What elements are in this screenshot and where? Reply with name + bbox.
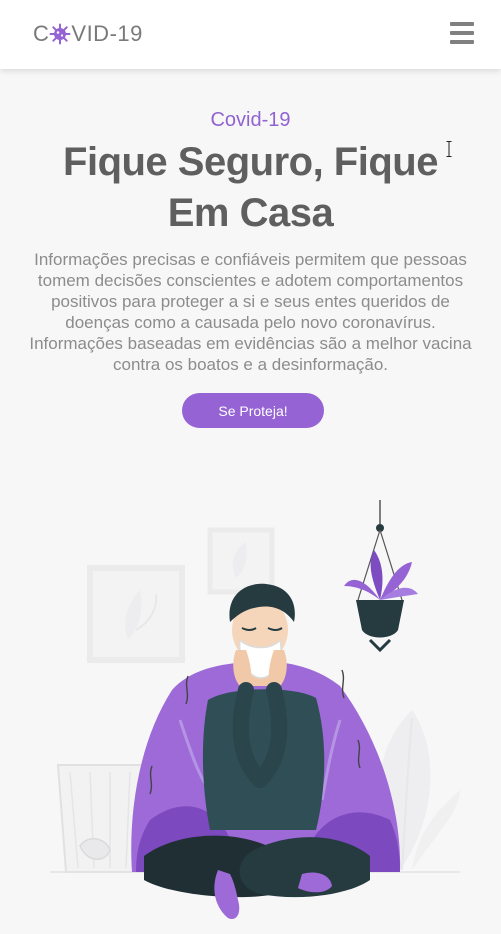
hero-description: Informações precisas e confiáveis permit… <box>29 250 472 374</box>
logo[interactable]: C VID-19 <box>33 20 143 48</box>
navbar: C VID-19 <box>0 0 501 69</box>
sick-person-illustration <box>50 500 460 920</box>
hamburger-icon[interactable] <box>450 22 474 44</box>
hero-eyebrow: Covid-19 <box>210 109 291 131</box>
logo-prefix: C <box>33 21 50 46</box>
hamburger-bar <box>450 22 474 26</box>
text-cursor-icon <box>446 141 452 157</box>
virus-icon <box>49 23 71 45</box>
picture-frame-icon <box>87 565 185 663</box>
hero-headline: Fique Seguro, Fique Em Casa <box>63 140 438 235</box>
hanging-plant-icon <box>344 500 418 653</box>
hamburger-bar <box>450 40 474 44</box>
hamburger-bar <box>450 31 474 35</box>
picture-frame-icon <box>207 527 275 595</box>
protect-button[interactable]: Se Proteja! <box>182 393 324 428</box>
logo-suffix: VID-19 <box>71 21 143 46</box>
